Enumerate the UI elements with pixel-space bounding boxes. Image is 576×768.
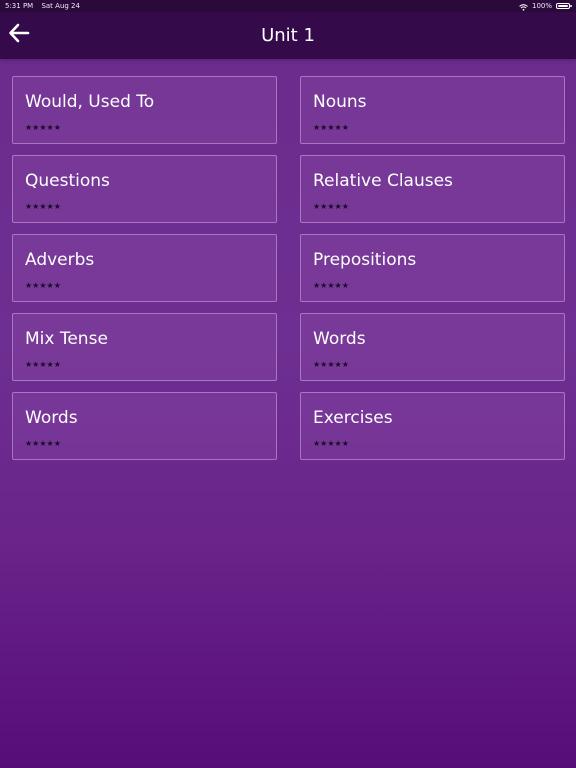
status-right: 100% <box>519 0 572 12</box>
star-rating: ★★★★★ <box>25 281 61 290</box>
lesson-title: Questions <box>25 171 110 191</box>
lesson-title: Words <box>25 408 78 428</box>
battery-percentage: 100% <box>531 2 552 10</box>
star-rating: ★★★★★ <box>313 281 349 290</box>
star-rating: ★★★★★ <box>313 439 349 448</box>
star-rating: ★★★★★ <box>25 439 61 448</box>
lesson-grid: Would, Used To ★★★★★ Nouns ★★★★★ Questio… <box>12 76 565 460</box>
lesson-title: Prepositions <box>313 250 417 270</box>
lesson-card-relative-clauses[interactable]: Relative Clauses ★★★★★ <box>300 155 565 223</box>
lesson-card-questions[interactable]: Questions ★★★★★ <box>12 155 277 223</box>
status-time: 5:31 PM <box>5 2 34 10</box>
battery-icon <box>556 3 572 9</box>
star-rating: ★★★★★ <box>25 123 61 132</box>
lesson-card-would-used-to[interactable]: Would, Used To ★★★★★ <box>12 76 277 144</box>
status-date: Sat Aug 24 <box>41 2 80 10</box>
lesson-card-prepositions[interactable]: Prepositions ★★★★★ <box>300 234 565 302</box>
star-rating: ★★★★★ <box>25 202 61 211</box>
lesson-title: Relative Clauses <box>313 171 453 191</box>
lesson-title: Words <box>313 329 366 349</box>
navigation-bar: Unit 1 <box>0 12 576 59</box>
lesson-title: Mix Tense <box>25 329 108 349</box>
lesson-card-exercises[interactable]: Exercises ★★★★★ <box>300 392 565 460</box>
lesson-card-adverbs[interactable]: Adverbs ★★★★★ <box>12 234 277 302</box>
lesson-card-mix-tense[interactable]: Mix Tense ★★★★★ <box>12 313 277 381</box>
lesson-title: Exercises <box>313 408 393 428</box>
lesson-title: Would, Used To <box>25 92 155 112</box>
star-rating: ★★★★★ <box>313 202 349 211</box>
status-left: 5:31 PM Sat Aug 24 <box>5 0 86 12</box>
status-bar: 5:31 PM Sat Aug 24 100% <box>0 0 576 12</box>
star-rating: ★★★★★ <box>313 123 349 132</box>
lesson-title: Adverbs <box>25 250 95 270</box>
star-rating: ★★★★★ <box>313 360 349 369</box>
lesson-card-words-2[interactable]: Words ★★★★★ <box>12 392 277 460</box>
lesson-title: Nouns <box>313 92 367 112</box>
wifi-icon <box>519 3 528 11</box>
page-title: Unit 1 <box>261 25 315 46</box>
lesson-card-words[interactable]: Words ★★★★★ <box>300 313 565 381</box>
star-rating: ★★★★★ <box>25 360 61 369</box>
lesson-card-nouns[interactable]: Nouns ★★★★★ <box>300 76 565 144</box>
